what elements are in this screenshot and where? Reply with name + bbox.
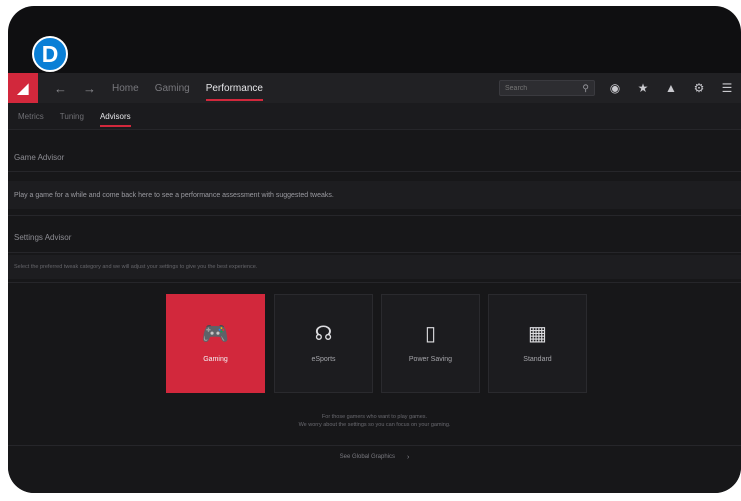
- settings-advisor-text: Select the preferred tweak category and …: [14, 264, 258, 270]
- top-nav-bar: ◢ ← → Home Gaming Performance ⚲ ◉ ★ ▲ ⚙ …: [8, 73, 741, 103]
- divider: [8, 445, 741, 446]
- nav-home[interactable]: Home: [112, 83, 139, 94]
- arrow-left-icon[interactable]: ←: [54, 81, 67, 96]
- search-box[interactable]: ⚲: [499, 80, 595, 96]
- global-graphics-link[interactable]: See Global Graphics ›: [8, 449, 741, 465]
- battery-icon: ▯: [424, 323, 436, 345]
- tab-advisors[interactable]: Advisors: [99, 112, 131, 127]
- amd-logo-icon[interactable]: ◢: [8, 73, 38, 103]
- profile-esports[interactable]: ☊ eSports: [274, 294, 373, 393]
- search-input[interactable]: [505, 84, 565, 92]
- nav-gaming[interactable]: Gaming: [155, 83, 190, 94]
- star-icon[interactable]: ★: [629, 81, 657, 95]
- game-advisor-text: Play a game for a while and come back he…: [14, 191, 334, 199]
- screenshot-frame: D ◢ ← → Home Gaming Performance ⚲ ◉ ★ ▲ …: [8, 6, 741, 493]
- profile-gaming[interactable]: 🎮 Gaming: [166, 294, 265, 393]
- profile-description-line-2: We worry about the settings so you can f…: [298, 422, 451, 428]
- divider: [8, 171, 741, 172]
- chevron-right-icon: ›: [407, 453, 410, 461]
- profile-label: eSports: [311, 356, 336, 363]
- globe-icon[interactable]: ◉: [601, 81, 629, 95]
- tab-metrics[interactable]: Metrics: [18, 112, 44, 121]
- divider: [8, 252, 741, 253]
- amd-software-window: ◢ ← → Home Gaming Performance ⚲ ◉ ★ ▲ ⚙ …: [8, 73, 741, 493]
- divider: [8, 215, 741, 216]
- sub-tab-bar: Metrics Tuning Advisors: [8, 103, 741, 130]
- headset-icon: ☊: [314, 323, 333, 345]
- divider: [8, 282, 741, 283]
- profile-label: Power Saving: [408, 356, 453, 363]
- game-advisor-title: Game Advisor: [14, 152, 65, 162]
- gamepad-icon: 🎮: [201, 321, 230, 346]
- search-icon[interactable]: ⚲: [582, 83, 589, 94]
- profile-standard[interactable]: ▦ Standard: [488, 294, 587, 393]
- settings-advisor-title: Settings Advisor: [14, 232, 72, 242]
- global-graphics-label: See Global Graphics: [339, 454, 396, 460]
- blocks-icon: ▦: [528, 323, 547, 345]
- profile-power-saving[interactable]: ▯ Power Saving: [381, 294, 480, 393]
- arrow-right-icon[interactable]: →: [83, 81, 96, 96]
- profile-label: Standard: [523, 356, 552, 363]
- nav-performance[interactable]: Performance: [205, 83, 264, 101]
- profile-description-line-1: For those gamers who want to play games.: [321, 414, 428, 420]
- menu-icon[interactable]: ☰: [713, 81, 741, 95]
- step-badge: D: [32, 36, 68, 72]
- profile-label: Gaming: [203, 356, 228, 363]
- tab-tuning[interactable]: Tuning: [60, 112, 84, 121]
- bell-icon[interactable]: ▲: [657, 81, 685, 95]
- gear-icon[interactable]: ⚙: [685, 81, 713, 95]
